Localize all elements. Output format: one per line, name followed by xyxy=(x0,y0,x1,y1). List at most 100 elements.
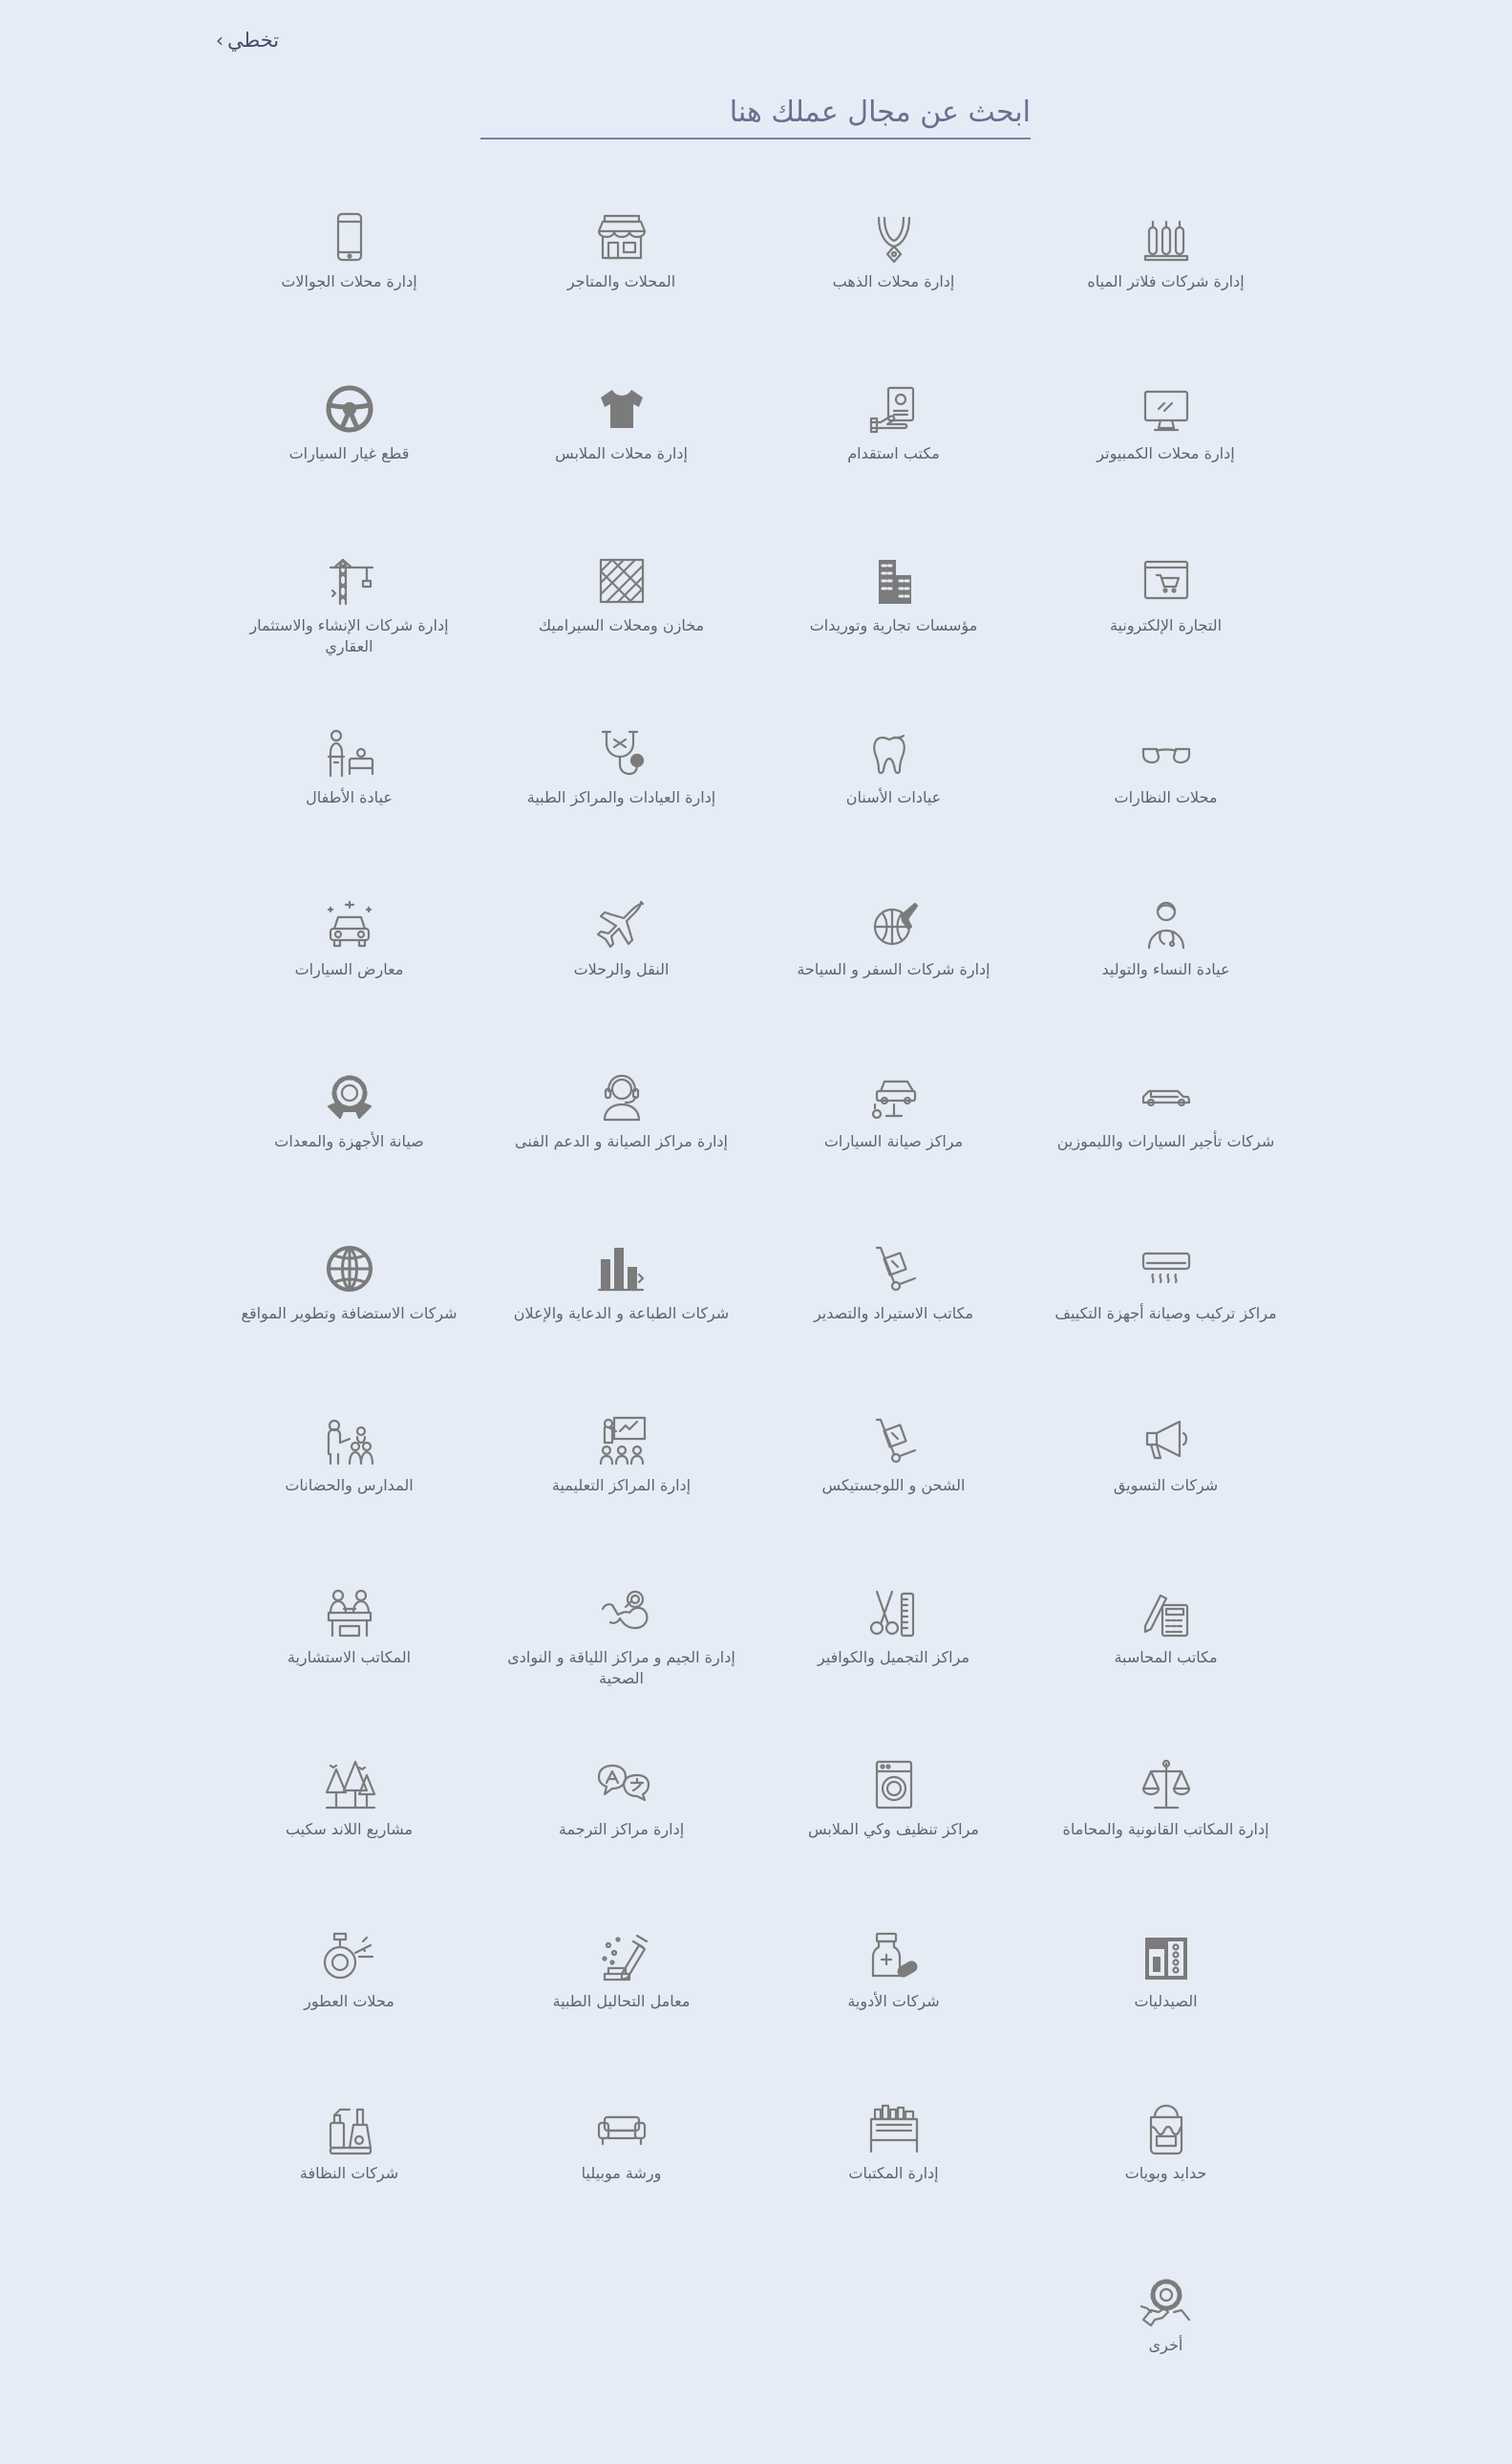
category-label: شركات تأجير السيارات والليموزين xyxy=(1056,1132,1275,1150)
category-label: مراكز تنظيف وكي الملابس xyxy=(808,1820,979,1838)
category-item[interactable]: شركات الاستضافة وتطوير المواقع xyxy=(213,1240,485,1412)
category-label: مكتب استقدام xyxy=(847,444,940,462)
hand-truck-icon xyxy=(865,1240,923,1297)
category-item[interactable]: عيادة الأطفال xyxy=(213,724,485,896)
paint-bucket-icon xyxy=(1138,2100,1195,2157)
category-label: شركات الأدوية xyxy=(847,1992,940,2010)
category-label: محلات النظارات xyxy=(1114,788,1218,806)
sofa-icon xyxy=(593,2100,650,2157)
category-item[interactable]: شركات التسويق xyxy=(1030,1412,1302,1584)
category-item[interactable]: الصيدليات xyxy=(1030,1928,1302,2100)
meeting-table-icon xyxy=(321,1584,378,1641)
category-label: إدارة المكتبات xyxy=(848,2164,939,2182)
category-item[interactable]: شركات الأدوية xyxy=(757,1928,1030,2100)
category-label: شركات الاستضافة وتطوير المواقع xyxy=(241,1304,458,1322)
skip-button[interactable]: تخطي› xyxy=(216,29,279,52)
hand-truck-icon xyxy=(865,1412,923,1469)
category-item[interactable]: إدارة العيادات والمراكز الطبية xyxy=(485,724,757,896)
category-label: مكاتب الاستيراد والتصدير xyxy=(813,1304,974,1322)
category-item[interactable]: إدارة الجيم و مراكز اللياقة و النوادى ال… xyxy=(485,1584,757,1756)
category-item[interactable]: إدارة شركات الإنشاء والاستثمار العقاري xyxy=(213,552,485,724)
category-item[interactable]: مراكز صيانة السيارات xyxy=(757,1068,1030,1240)
category-item[interactable]: الشحن و اللوجستيكس xyxy=(757,1412,1030,1584)
category-item[interactable]: شركات الطباعة و الدعاية والإعلان xyxy=(485,1240,757,1412)
category-item[interactable]: إدارة مراكز الصيانة و الدعم الفنى xyxy=(485,1068,757,1240)
bar-chart-icon xyxy=(593,1240,650,1297)
category-label: مخازن ومحلات السيراميك xyxy=(538,616,705,634)
category-item[interactable]: مخازن ومحلات السيراميك xyxy=(485,552,757,724)
category-item[interactable]: محلات العطور xyxy=(213,1928,485,2100)
category-item[interactable]: مكاتب المحاسبة xyxy=(1030,1584,1302,1756)
car-showroom-icon xyxy=(321,896,378,953)
category-item[interactable]: قطع غيار السيارات xyxy=(213,380,485,552)
gold-necklace-icon xyxy=(865,208,923,266)
category-item[interactable]: المكاتب الاستشارية xyxy=(213,1584,485,1756)
category-label: مؤسسات تجارية وتوريدات xyxy=(809,616,978,634)
category-label: مكاتب المحاسبة xyxy=(1114,1648,1218,1666)
category-item[interactable]: عيادة النساء والتوليد xyxy=(1030,896,1302,1068)
category-label: الشحن و اللوجستيكس xyxy=(821,1476,966,1494)
eyeglasses-icon xyxy=(1138,724,1195,782)
ceramic-tiles-icon xyxy=(593,552,650,610)
category-label: إدارة شركات الإنشاء والاستثمار العقاري xyxy=(249,616,449,655)
category-item[interactable]: مكتب استقدام xyxy=(757,380,1030,552)
category-label: حدايد وبويات xyxy=(1124,2164,1207,2182)
category-label: معارض السيارات xyxy=(294,960,404,978)
category-item[interactable]: محلات النظارات xyxy=(1030,724,1302,896)
lab-dropper-icon xyxy=(593,1928,650,1985)
category-item[interactable]: مكاتب الاستيراد والتصدير xyxy=(757,1240,1030,1412)
category-item[interactable]: مشاريع اللاند سكيب xyxy=(213,1756,485,1928)
presentation-class-icon xyxy=(593,1412,650,1469)
category-item[interactable]: إدارة محلات الجوالات xyxy=(213,208,485,380)
category-item[interactable]: مراكز تنظيف وكي الملابس xyxy=(757,1756,1030,1928)
buildings-icon xyxy=(865,552,923,610)
category-label: عيادة النساء والتوليد xyxy=(1101,960,1230,978)
category-item[interactable]: إدارة المراكز التعليمية xyxy=(485,1412,757,1584)
category-item[interactable]: المحلات والمتاجر xyxy=(485,208,757,380)
category-item[interactable]: النقل والرحلات xyxy=(485,896,757,1068)
category-item[interactable]: مؤسسات تجارية وتوريدات xyxy=(757,552,1030,724)
limousine-icon xyxy=(1138,1068,1195,1125)
category-item[interactable]: أخرى xyxy=(1030,2272,1302,2444)
recruitment-card-icon xyxy=(865,380,923,438)
category-label: مراكز تركيب وصيانة أجهزة التكييف xyxy=(1054,1304,1277,1322)
category-item[interactable]: ورشة موبيليا xyxy=(485,2100,757,2272)
category-item[interactable]: مراكز التجميل والكوافير xyxy=(757,1584,1030,1756)
category-item[interactable]: إدارة محلات الملابس xyxy=(485,380,757,552)
airplane-icon xyxy=(593,896,650,953)
pediatric-icon xyxy=(321,724,378,782)
category-item[interactable]: إدارة المكتبات xyxy=(757,2100,1030,2272)
calculator-icon xyxy=(1138,1584,1195,1641)
search-input[interactable] xyxy=(480,88,1031,136)
category-item[interactable]: صيانة الأجهزة والمعدات xyxy=(213,1068,485,1240)
washing-machine-icon xyxy=(865,1756,923,1813)
category-grid: إدارة شركات فلاتر المياه إدارة محلات الذه… xyxy=(213,208,1302,2444)
category-item[interactable]: شركات تأجير السيارات والليموزين xyxy=(1030,1068,1302,1240)
category-item[interactable]: إدارة شركات فلاتر المياه xyxy=(1030,208,1302,380)
category-item[interactable]: عيادات الأسنان xyxy=(757,724,1030,896)
category-item[interactable]: حدايد وبويات xyxy=(1030,2100,1302,2272)
category-item[interactable]: إدارة مراكز الترجمة xyxy=(485,1756,757,1928)
category-item[interactable]: إدارة محلات الذهب xyxy=(757,208,1030,380)
category-item[interactable]: إدارة شركات السفر و السياحة xyxy=(757,896,1030,1068)
globe-icon xyxy=(321,1240,378,1297)
category-label: الصيدليات xyxy=(1134,1992,1198,2010)
gear-wrench-icon xyxy=(321,1068,378,1125)
category-label: إدارة شركات فلاتر المياه xyxy=(1087,272,1245,290)
mobile-phone-icon xyxy=(321,208,378,266)
category-item[interactable]: شركات النظافة xyxy=(213,2100,485,2272)
category-item[interactable]: إدارة محلات الكمبيوتر xyxy=(1030,380,1302,552)
category-item[interactable]: مراكز تركيب وصيانة أجهزة التكييف xyxy=(1030,1240,1302,1412)
category-label: شركات التسويق xyxy=(1113,1476,1219,1494)
category-item[interactable]: معارض السيارات xyxy=(213,896,485,1068)
category-item[interactable]: التجارة الإلكترونية xyxy=(1030,552,1302,724)
category-item[interactable]: إدارة المكاتب القانونية والمحاماة xyxy=(1030,1756,1302,1928)
computer-monitor-icon xyxy=(1138,380,1195,438)
category-label: المكاتب الاستشارية xyxy=(287,1648,412,1666)
muscle-arm-icon xyxy=(593,1584,650,1641)
scales-icon xyxy=(1138,1756,1195,1813)
support-headset-icon xyxy=(593,1068,650,1125)
globe-plane-icon xyxy=(865,896,923,953)
category-item[interactable]: معامل التحاليل الطبية xyxy=(485,1928,757,2100)
category-item[interactable]: المدارس والحضانات xyxy=(213,1412,485,1584)
